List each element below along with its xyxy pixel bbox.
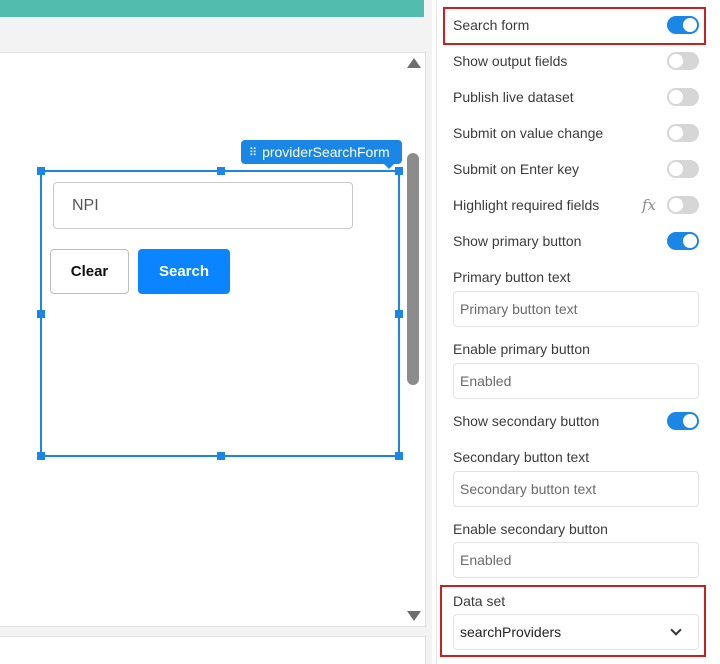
show-output-fields-toggle[interactable] [667,52,699,70]
submit-on-enter-key-label: Submit on Enter key [453,161,580,177]
component-name-tag[interactable]: ⠿ providerSearchForm [241,140,402,164]
show-secondary-button-toggle[interactable] [667,412,699,430]
toggle-knob [669,198,683,212]
resize-handle-top-left[interactable] [37,167,45,175]
scroll-up-arrow-icon[interactable] [407,58,421,68]
toggle-knob [683,18,697,32]
resize-handle-bottom-left[interactable] [37,452,45,460]
search-button[interactable]: Search [138,249,230,294]
submit-on-value-change-label: Submit on value change [453,125,604,141]
secondary-button-text-label: Secondary button text [453,449,590,465]
clear-button[interactable]: Clear [50,249,129,294]
data-set-label: Data set [453,593,506,609]
data-set-select[interactable]: searchProviders [453,614,699,650]
toggle-knob [669,162,683,176]
toggle-knob [683,234,697,248]
resize-handle-top[interactable] [217,167,225,175]
secondary-button-text-input[interactable]: Secondary button text [453,471,699,507]
show-output-fields-label: Show output fields [453,53,568,69]
toggle-knob [683,414,697,428]
enable-secondary-button-label: Enable secondary button [453,521,608,537]
bottom-panel [0,636,426,664]
toggle-knob [669,90,683,104]
primary-button-text-input[interactable]: Primary button text [453,291,699,327]
fx-icon[interactable]: fx [642,196,656,214]
show-primary-button-label: Show primary button [453,233,582,249]
submit-on-value-change-toggle[interactable] [667,124,699,142]
toggle-knob [669,126,683,140]
resize-handle-bottom[interactable] [217,452,225,460]
show-primary-button-toggle[interactable] [667,232,699,250]
search-form-label: Search form [453,17,530,33]
scroll-thumb[interactable] [407,153,419,385]
component-name: providerSearchForm [262,144,390,160]
chevron-down-icon [670,624,682,636]
highlight-required-fields-label: Highlight required fields [453,197,600,213]
drag-handle-icon[interactable]: ⠿ [249,141,257,165]
resize-handle-right[interactable] [395,310,403,318]
top-bar [0,0,424,17]
resize-handle-top-right[interactable] [395,167,403,175]
canvas-area: ⠿ providerSearchForm NPI Clear Search [0,0,432,664]
canvas-scrollbar[interactable] [402,52,426,627]
enable-secondary-button-input[interactable]: Enabled [453,542,699,578]
scroll-down-arrow-icon[interactable] [407,611,421,621]
toggle-knob [669,54,683,68]
resize-handle-bottom-right[interactable] [395,452,403,460]
publish-live-dataset-toggle[interactable] [667,88,699,106]
resize-handle-left[interactable] [37,310,45,318]
publish-live-dataset-label: Publish live dataset [453,89,574,105]
search-form-toggle[interactable] [667,16,699,34]
primary-button-text-label: Primary button text [453,269,571,285]
data-set-value: searchProviders [460,624,562,640]
npi-input[interactable]: NPI [53,182,353,229]
highlight-required-fields-toggle[interactable] [667,196,699,214]
component-tag-pointer [383,163,395,169]
show-secondary-button-label: Show secondary button [453,413,600,429]
submit-on-enter-key-toggle[interactable] [667,160,699,178]
enable-primary-button-input[interactable]: Enabled [453,363,699,399]
enable-primary-button-label: Enable primary button [453,341,590,357]
